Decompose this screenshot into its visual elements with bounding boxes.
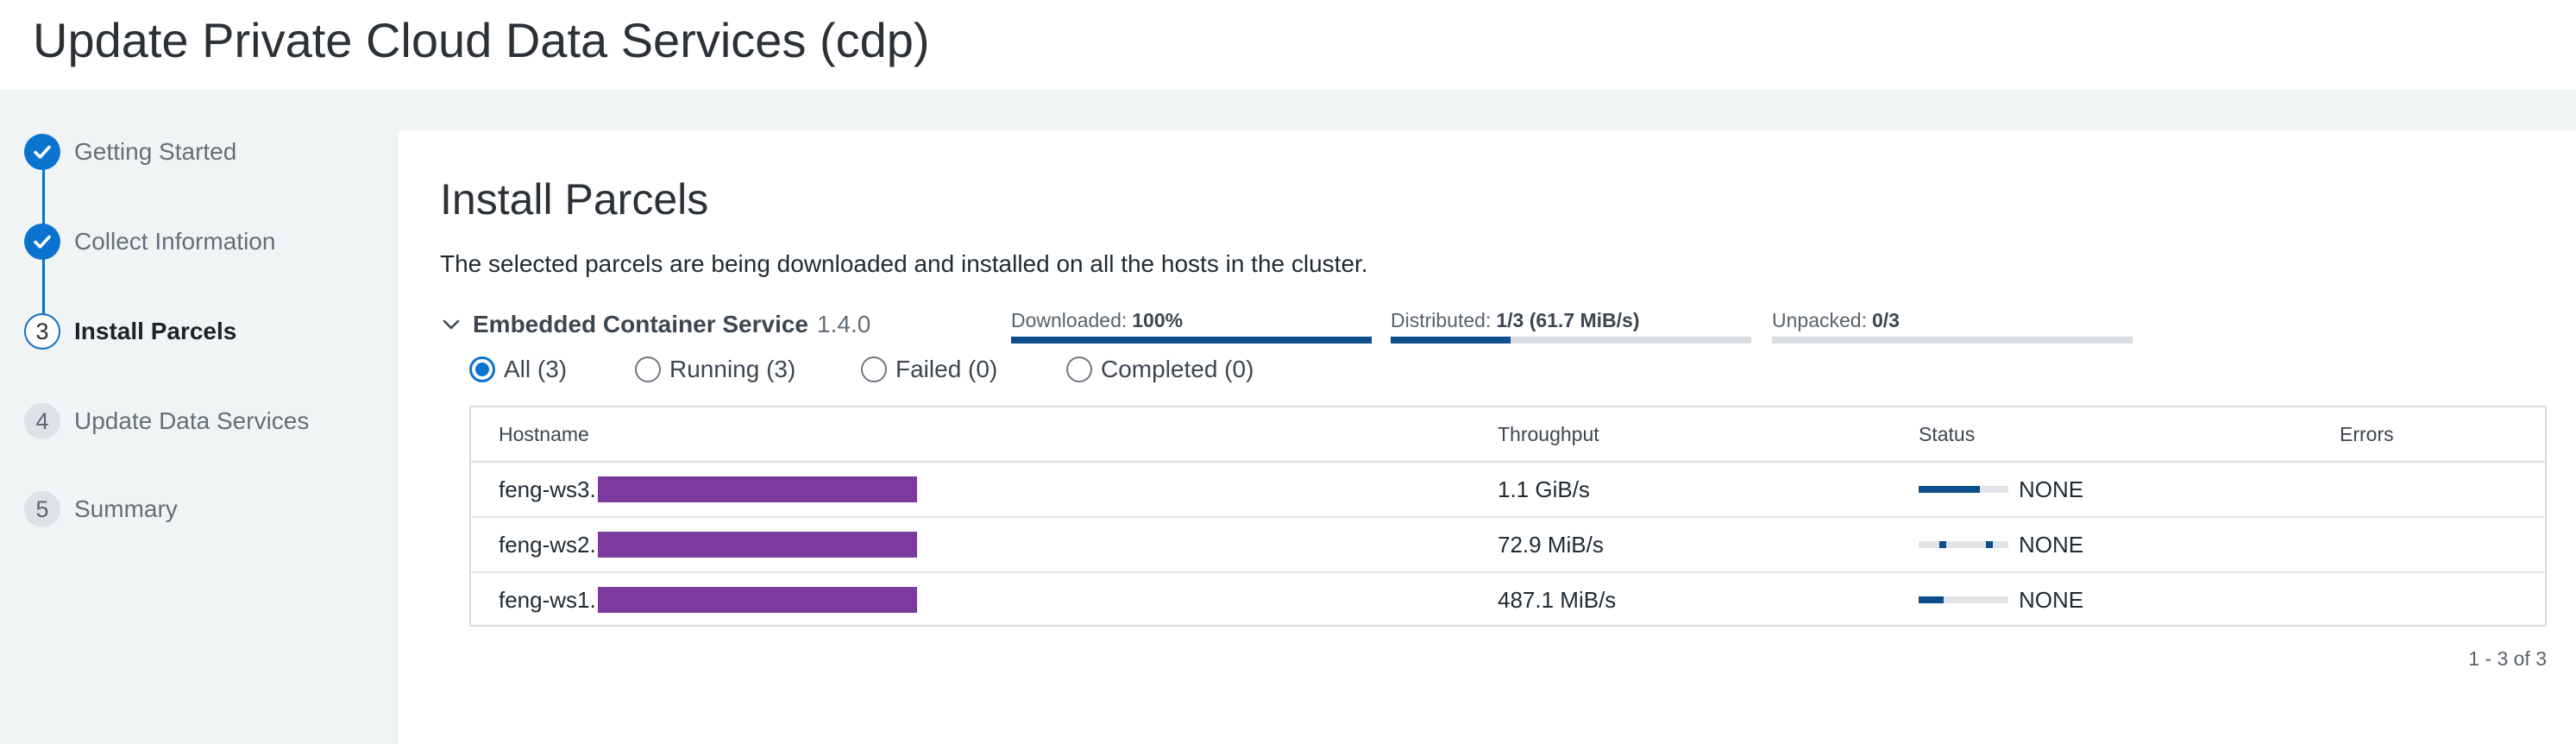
filter-label: All (3) bbox=[504, 356, 568, 382]
wizard-steps: Getting Started Collect Information 3 In… bbox=[0, 90, 397, 744]
hostname-cell: feng-ws2. bbox=[499, 518, 917, 571]
column-header-errors[interactable]: Errors bbox=[2340, 407, 2394, 461]
section-description: The selected parcels are being downloade… bbox=[440, 250, 1368, 277]
content-panel: Install Parcels The selected parcels are… bbox=[399, 131, 2576, 744]
hosts-table: Hostname Throughput Status Errors feng-w… bbox=[469, 406, 2547, 627]
downloaded-progress: Downloaded: 100% bbox=[1011, 307, 1372, 344]
step-install-parcels[interactable]: 3 Install Parcels bbox=[24, 312, 236, 350]
status-progress-bar bbox=[1919, 596, 2008, 603]
progress-label: Unpacked: bbox=[1772, 309, 1867, 331]
step-label: Install Parcels bbox=[74, 318, 237, 344]
table-row: feng-ws1. 487.1 MiB/s NONE bbox=[471, 573, 2545, 628]
indeterminate-dot bbox=[1986, 541, 1993, 548]
column-header-throughput[interactable]: Throughput bbox=[1498, 407, 1599, 461]
progress-bar bbox=[1391, 337, 1751, 344]
distributed-progress: Distributed: 1/3 (61.7 MiB/s) bbox=[1391, 307, 1751, 344]
progress-bar bbox=[1011, 337, 1372, 344]
status-progress-fill bbox=[1919, 596, 1945, 603]
step-number: 4 bbox=[24, 403, 60, 439]
parcel-version: 1.4.0 bbox=[817, 311, 871, 337]
throughput-cell: 487.1 MiB/s bbox=[1498, 587, 1617, 613]
progress-value: 0/3 bbox=[1871, 309, 1900, 331]
progress-value: 1/3 (61.7 MiB/s) bbox=[1496, 309, 1640, 331]
page-header: Update Private Cloud Data Services (cdp) bbox=[0, 0, 2576, 90]
status-text: NONE bbox=[2019, 587, 2084, 613]
progress-label: Downloaded: bbox=[1011, 309, 1128, 331]
step-collect-information[interactable]: Collect Information bbox=[24, 223, 275, 261]
radio-checked[interactable] bbox=[469, 356, 495, 382]
progress-value: 100% bbox=[1132, 309, 1184, 331]
status-text: NONE bbox=[2019, 476, 2084, 502]
step-label: Update Data Services bbox=[74, 407, 310, 434]
step-label: Summary bbox=[74, 495, 178, 522]
throughput-cell: 72.9 MiB/s bbox=[1498, 532, 1604, 558]
parcel-header[interactable]: Embedded Container Service 1.4.0 bbox=[440, 307, 870, 342]
step-label: Collect Information bbox=[74, 228, 276, 255]
hostname-text: feng-ws3. bbox=[499, 476, 596, 502]
step-update-data-services[interactable]: 4 Update Data Services bbox=[24, 402, 309, 440]
step-label: Getting Started bbox=[74, 138, 237, 165]
throughput-cell: 1.1 GiB/s bbox=[1498, 476, 1590, 502]
page-title: Update Private Cloud Data Services (cdp) bbox=[33, 13, 930, 67]
filter-running[interactable]: Running (3) bbox=[635, 352, 795, 387]
check-icon bbox=[24, 224, 60, 260]
status-cell: NONE bbox=[1919, 573, 2083, 627]
step-number: 5 bbox=[24, 491, 60, 527]
redacted-block bbox=[597, 587, 917, 613]
radio-unchecked[interactable] bbox=[1066, 356, 1092, 382]
status-cell: NONE bbox=[1919, 463, 2083, 516]
table-row: feng-ws3. 1.1 GiB/s NONE bbox=[471, 463, 2545, 518]
progress-fill bbox=[1011, 337, 1372, 344]
progress-bar bbox=[1772, 337, 2133, 344]
status-cell: NONE bbox=[1919, 518, 2083, 571]
progress-label: Distributed: bbox=[1391, 309, 1492, 331]
chevron-down-icon[interactable] bbox=[440, 313, 462, 336]
filter-all[interactable]: All (3) bbox=[469, 352, 567, 387]
step-summary[interactable]: 5 Summary bbox=[24, 490, 178, 528]
unpacked-progress: Unpacked: 0/3 bbox=[1772, 307, 2133, 344]
indeterminate-dot bbox=[1939, 541, 1946, 548]
filter-label: Running (3) bbox=[669, 356, 796, 382]
step-getting-started[interactable]: Getting Started bbox=[24, 133, 236, 171]
status-progress-bar bbox=[1919, 486, 2008, 493]
column-header-hostname[interactable]: Hostname bbox=[499, 407, 589, 461]
filter-label: Failed (0) bbox=[895, 356, 998, 382]
hostname-cell: feng-ws1. bbox=[499, 573, 917, 627]
section-title: Install Parcels bbox=[440, 175, 709, 224]
filter-label: Completed (0) bbox=[1101, 356, 1254, 382]
check-icon bbox=[24, 134, 60, 170]
filter-failed[interactable]: Failed (0) bbox=[861, 352, 997, 387]
pagination-info: 1 - 3 of 3 bbox=[2468, 647, 2547, 670]
radio-unchecked[interactable] bbox=[635, 356, 661, 382]
status-progress-bar-indeterminate bbox=[1919, 541, 2008, 548]
hostname-text: feng-ws2. bbox=[499, 532, 596, 558]
redacted-block bbox=[597, 476, 917, 502]
hostname-cell: feng-ws3. bbox=[499, 463, 917, 516]
table-row: feng-ws2. 72.9 MiB/s NONE bbox=[471, 518, 2545, 573]
filter-completed[interactable]: Completed (0) bbox=[1066, 352, 1253, 387]
radio-unchecked[interactable] bbox=[861, 356, 887, 382]
parcel-name: Embedded Container Service bbox=[473, 311, 809, 337]
step-number: 3 bbox=[24, 313, 60, 350]
progress-fill bbox=[1391, 337, 1511, 344]
column-header-status[interactable]: Status bbox=[1919, 407, 1975, 461]
status-text: NONE bbox=[2019, 532, 2084, 558]
table-header: Hostname Throughput Status Errors bbox=[471, 407, 2545, 463]
hostname-text: feng-ws1. bbox=[499, 587, 596, 613]
redacted-block bbox=[597, 532, 917, 558]
status-progress-fill bbox=[1919, 486, 1980, 493]
